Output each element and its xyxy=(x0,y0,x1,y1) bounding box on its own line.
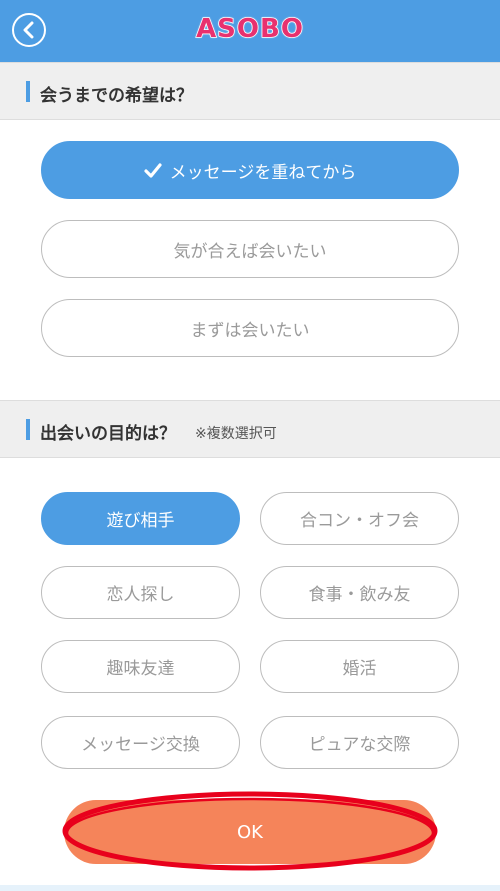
option-label: ピュアな交際 xyxy=(308,735,411,755)
section-header-meeting: 会うまでの希望は？ xyxy=(0,62,500,120)
section-header-purpose: 出会いの目的は？ ※複数選択可 xyxy=(0,400,500,458)
check-icon xyxy=(144,162,162,178)
purpose-option-pure[interactable]: ピュアな交際 xyxy=(260,716,459,769)
purpose-option-marriage[interactable]: 婚活 xyxy=(260,640,459,693)
option-meet-if-match[interactable]: 気が合えば会いたい xyxy=(41,220,459,278)
section-title: 会うまでの希望は？ xyxy=(40,86,193,106)
purpose-option-play[interactable]: 遊び相手 xyxy=(41,492,240,545)
option-label: メッセージを重ねてから xyxy=(169,162,357,183)
option-label: 遊び相手 xyxy=(106,511,175,531)
section-title: 出会いの目的は？ xyxy=(40,424,176,444)
purpose-option-messaging[interactable]: メッセージ交換 xyxy=(41,716,240,769)
section-accent-bar xyxy=(26,419,30,440)
option-label: 食事・飲み友 xyxy=(308,585,411,605)
multi-select-note: ※複数選択可 xyxy=(195,426,277,442)
option-message-first[interactable]: メッセージを重ねてから xyxy=(41,141,459,199)
bottom-strip xyxy=(0,885,500,891)
option-label: 気が合えば会いたい xyxy=(173,241,327,262)
option-label: 恋人探し xyxy=(106,585,175,605)
ok-button[interactable]: OK xyxy=(64,800,436,864)
option-label: メッセージ交換 xyxy=(81,735,200,755)
option-label: 婚活 xyxy=(342,659,377,679)
section-accent-bar xyxy=(26,81,30,102)
app-header: ASOBO xyxy=(0,0,500,62)
option-label: 合コン・オフ会 xyxy=(300,511,419,531)
purpose-option-party[interactable]: 合コン・オフ会 xyxy=(260,492,459,545)
app-logo: ASOBO xyxy=(195,13,304,45)
purpose-option-dining[interactable]: 食事・飲み友 xyxy=(260,566,459,619)
option-meet-first[interactable]: まずは会いたい xyxy=(41,299,459,357)
option-label: まずは会いたい xyxy=(190,320,310,341)
purpose-option-hobby[interactable]: 趣味友達 xyxy=(41,640,240,693)
ok-label: OK xyxy=(237,821,263,843)
purpose-option-partner[interactable]: 恋人探し xyxy=(41,566,240,619)
option-label: 趣味友達 xyxy=(106,659,175,679)
